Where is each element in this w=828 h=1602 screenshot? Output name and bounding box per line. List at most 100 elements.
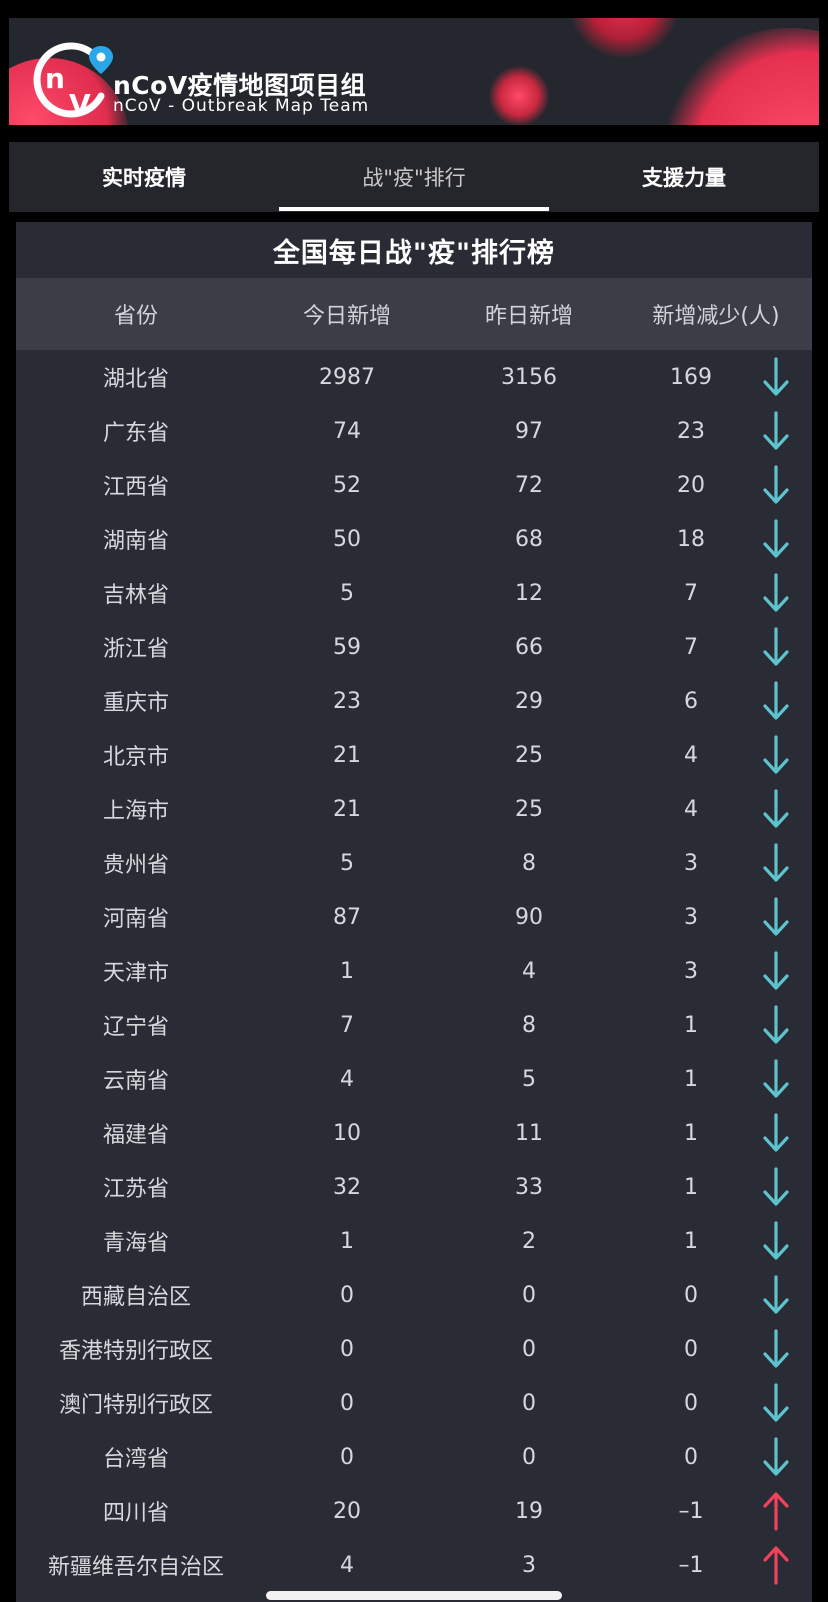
cell-yesterday: 0: [522, 1282, 536, 1308]
table-row: 吉林省 5 12 7: [16, 566, 812, 620]
cell-decrease: 18: [677, 526, 705, 552]
logo-letter-v: V: [69, 88, 91, 121]
arrow-down-icon: [762, 998, 812, 1052]
cell-today: 4: [340, 1552, 354, 1578]
map-pin-icon: [89, 46, 113, 74]
tab-bar: 实时疫情 战"疫"排行 支援力量: [9, 142, 819, 212]
brand-subtitle: nCoV - Outbreak Map Team: [113, 96, 370, 116]
arrow-up-icon: [762, 1538, 812, 1592]
cell-yesterday: 0: [522, 1444, 536, 1470]
cell-province: 西藏自治区: [80, 1285, 191, 1310]
arrow-down-icon: [762, 1376, 812, 1430]
table-header: 省份 今日新增 昨日新增 新增减少(人): [16, 278, 812, 350]
cell-yesterday: 4: [522, 958, 536, 984]
cell-today: 0: [340, 1444, 354, 1470]
arrow-down-icon: [762, 566, 812, 620]
table-row: 澳门特别行政区 0 0 0: [16, 1376, 812, 1430]
cell-yesterday: 3156: [501, 364, 557, 390]
cell-today: 87: [333, 904, 361, 930]
arrow-down-icon: [762, 890, 812, 944]
header-decrease: 新增减少(人): [652, 304, 780, 329]
cell-yesterday: 0: [522, 1390, 536, 1416]
cell-today: 10: [333, 1120, 361, 1146]
table-row: 浙江省 59 66 7: [16, 620, 812, 674]
table-row: 云南省 4 5 1: [16, 1052, 812, 1106]
cell-yesterday: 66: [515, 634, 543, 660]
table-row: 江苏省 32 33 1: [16, 1160, 812, 1214]
cell-decrease: –1: [678, 1552, 704, 1578]
header-today: 今日新增: [302, 304, 391, 329]
table-row: 江西省 52 72 20: [16, 458, 812, 512]
cell-decrease: 4: [684, 742, 698, 768]
cell-today: 23: [333, 688, 361, 714]
table-row: 贵州省 5 8 3: [16, 836, 812, 890]
cell-province: 江西省: [102, 475, 169, 500]
cell-yesterday: 5: [522, 1066, 536, 1092]
cell-province: 河南省: [102, 907, 169, 932]
cell-today: 1: [340, 1228, 354, 1254]
cell-province: 浙江省: [102, 637, 169, 662]
cell-today: 5: [340, 850, 354, 876]
cell-today: 4: [340, 1066, 354, 1092]
cell-decrease: 7: [684, 634, 698, 660]
arrow-up-icon: [762, 1484, 812, 1538]
cell-province: 北京市: [102, 745, 169, 770]
arrow-down-icon: [762, 728, 812, 782]
decor-blob: [489, 66, 549, 125]
decor-blob: [569, 18, 679, 58]
arrow-down-icon: [762, 1430, 812, 1484]
arrow-down-icon: [762, 1106, 812, 1160]
cell-yesterday: 8: [522, 850, 536, 876]
table-row: 四川省 20 19 –1: [16, 1484, 812, 1538]
home-indicator[interactable]: [266, 1591, 562, 1600]
cell-yesterday: 3: [522, 1552, 536, 1578]
cell-decrease: 1: [684, 1066, 698, 1092]
cell-province: 广东省: [102, 421, 169, 446]
cell-decrease: 6: [684, 688, 698, 714]
arrow-down-icon: [762, 1052, 812, 1106]
cell-today: 32: [333, 1174, 361, 1200]
table-row: 北京市 21 25 4: [16, 728, 812, 782]
decor-blob: [659, 28, 819, 125]
table-row: 台湾省 0 0 0: [16, 1430, 812, 1484]
arrow-down-icon: [762, 512, 812, 566]
page: n V nCoV疫情地图项目组 nCoV - Outbreak Map Team…: [0, 0, 828, 1602]
cell-today: 0: [340, 1282, 354, 1308]
cell-today: 52: [333, 472, 361, 498]
cell-today: 5: [340, 580, 354, 606]
cell-decrease: 1: [684, 1174, 698, 1200]
cell-decrease: –1: [678, 1498, 704, 1524]
ncov-logo-icon: n V: [33, 42, 113, 121]
cell-province: 青海省: [102, 1231, 169, 1256]
board-title: 全国每日战"疫"排行榜: [272, 237, 556, 269]
cell-today: 21: [333, 796, 361, 822]
table-row: 重庆市 23 29 6: [16, 674, 812, 728]
table-row: 广东省 74 97 23: [16, 404, 812, 458]
header-province: 省份: [113, 304, 158, 329]
tab-ranking[interactable]: 战"疫"排行: [279, 142, 549, 212]
cell-decrease: 3: [684, 850, 698, 876]
cell-yesterday: 33: [515, 1174, 543, 1200]
cell-province: 辽宁省: [102, 1015, 169, 1040]
arrow-down-icon: [762, 1268, 812, 1322]
cell-decrease: 1: [684, 1012, 698, 1038]
header-yesterday: 昨日新增: [484, 304, 573, 329]
arrow-down-icon: [762, 1160, 812, 1214]
cell-decrease: 1: [684, 1228, 698, 1254]
cell-yesterday: 0: [522, 1336, 536, 1362]
cell-decrease: 4: [684, 796, 698, 822]
cell-province: 香港特别行政区: [58, 1339, 213, 1364]
cell-today: 59: [333, 634, 361, 660]
cell-yesterday: 72: [515, 472, 543, 498]
table-row: 天津市 1 4 3: [16, 944, 812, 998]
table-row: 河南省 87 90 3: [16, 890, 812, 944]
cell-yesterday: 25: [515, 742, 543, 768]
cell-decrease: 3: [684, 958, 698, 984]
header-banner: n V nCoV疫情地图项目组 nCoV - Outbreak Map Team: [9, 18, 819, 125]
arrow-down-icon: [762, 782, 812, 836]
table-row: 福建省 10 11 1: [16, 1106, 812, 1160]
tab-support[interactable]: 支援力量: [549, 142, 819, 212]
table-body: 湖北省 2987 3156 169 广东省 74 97 23 江西省 52 72 20 湖南省 50 68 1…: [16, 350, 812, 1592]
tab-realtime[interactable]: 实时疫情: [9, 142, 279, 212]
cell-province: 四川省: [102, 1501, 169, 1526]
